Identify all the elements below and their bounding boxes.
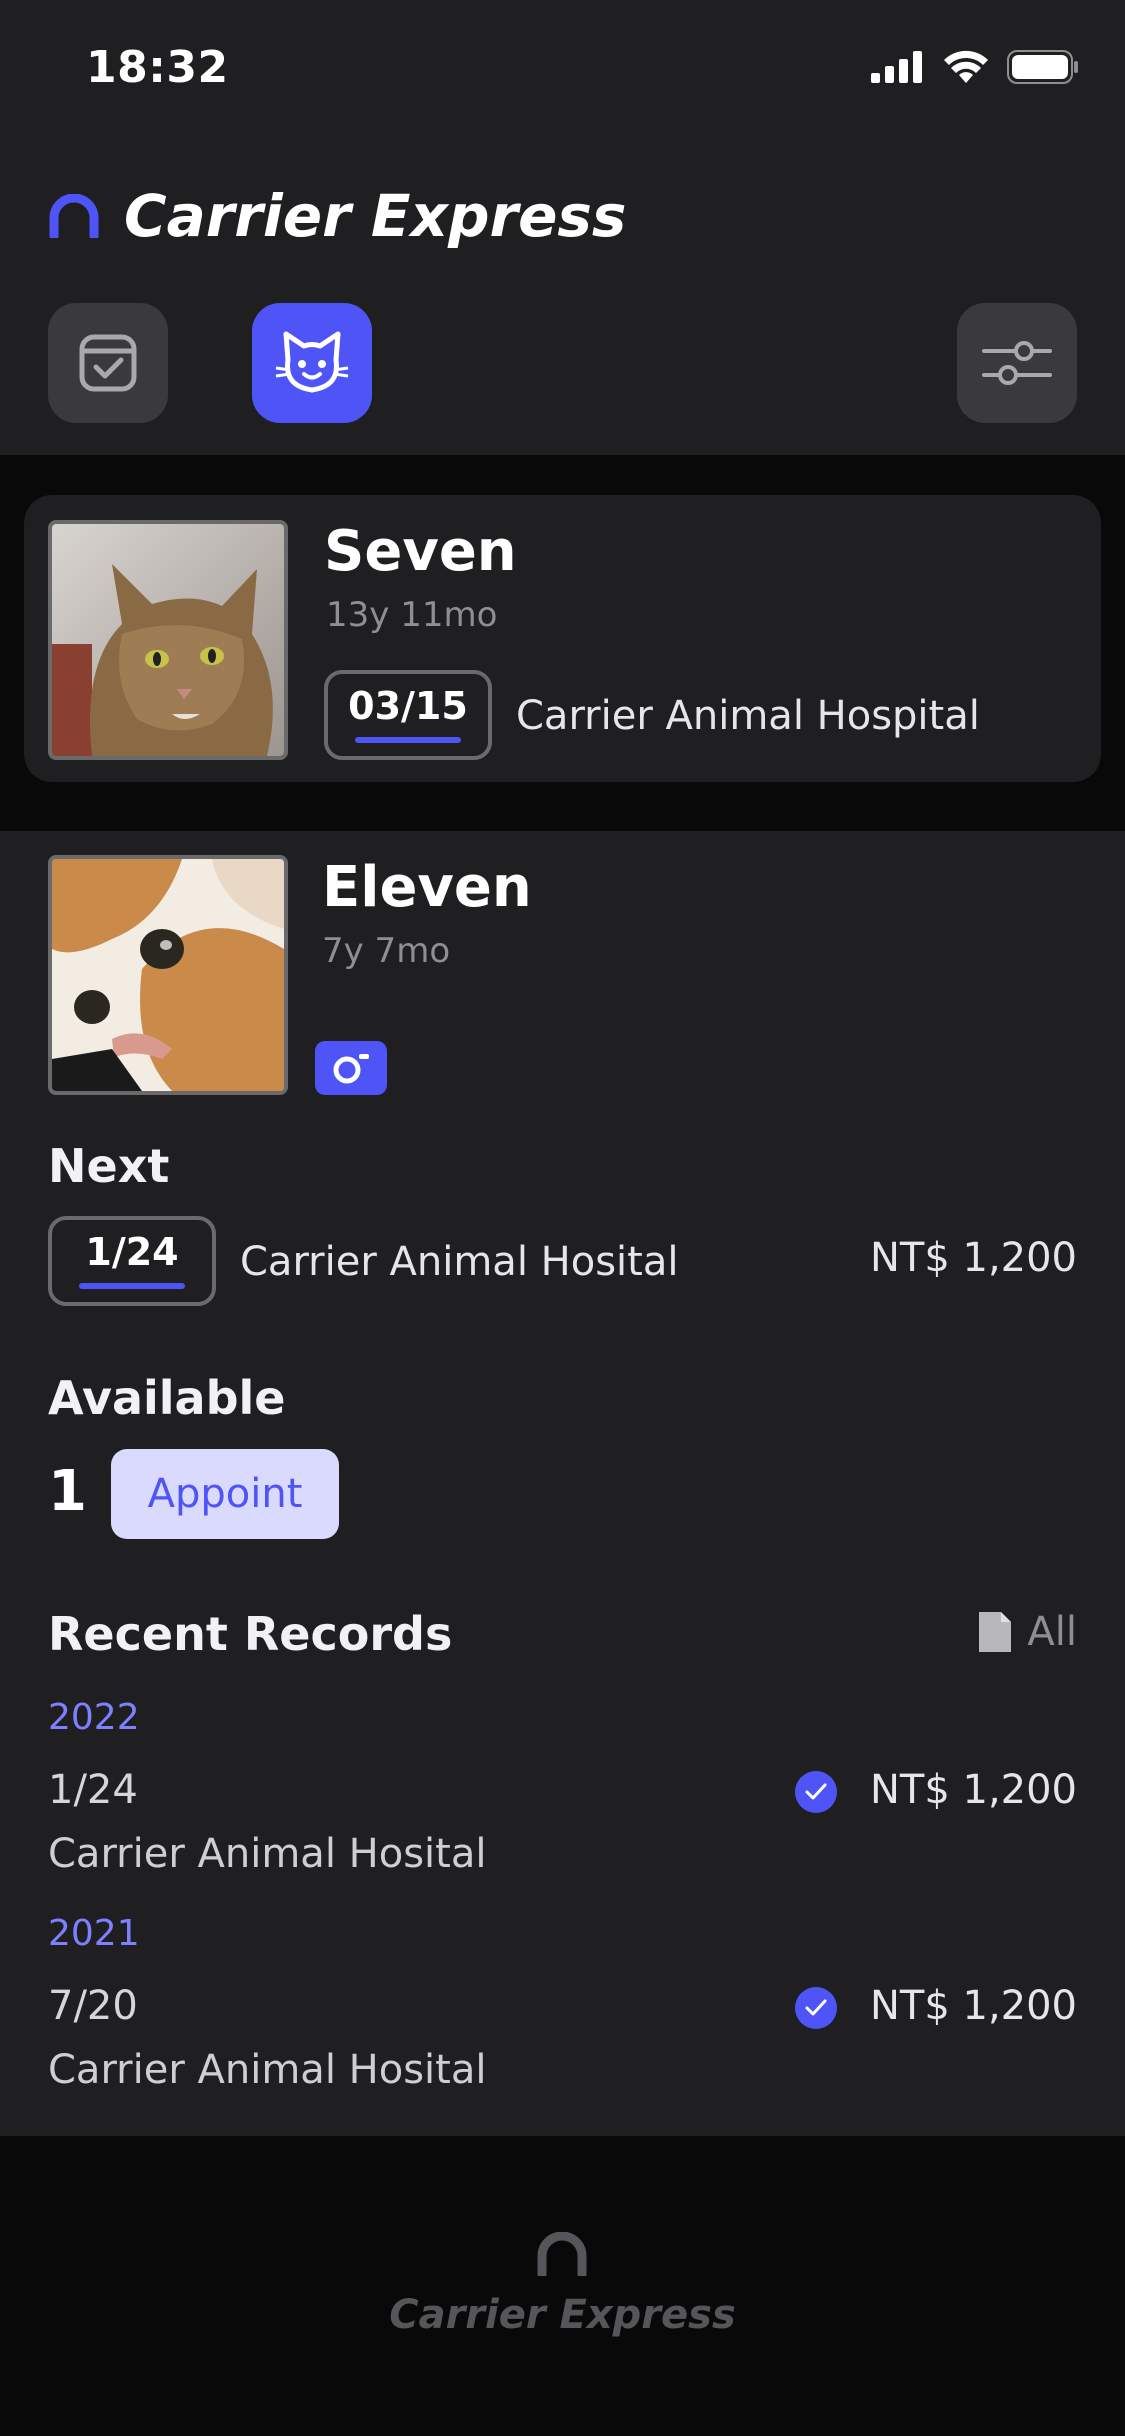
- status-time: 18:32: [86, 42, 229, 93]
- check-circle-icon: [795, 1771, 837, 1813]
- camera-icon: [333, 1054, 369, 1084]
- signal-icon: [871, 51, 922, 83]
- record-price: NT$ 1,200: [869, 1767, 1077, 1813]
- app-header: 18:32 Carrier Express: [0, 0, 1125, 455]
- record-place: Carrier Animal Hosital: [48, 2047, 487, 2093]
- pet-age: 7y 7mo: [322, 931, 451, 971]
- change-photo-button[interactable]: [315, 1041, 387, 1095]
- status-icons: [871, 50, 1079, 84]
- all-records-label: All: [1027, 1609, 1077, 1655]
- app-footer: [0, 2136, 1125, 2436]
- pets-tab-button[interactable]: [252, 303, 372, 423]
- recent-records-title: Recent Records: [48, 1607, 453, 1661]
- next-date-chip[interactable]: 03/15: [324, 670, 492, 760]
- next-date: 1/24: [85, 1230, 179, 1274]
- brand: Carrier Express: [48, 182, 626, 250]
- pet-photo: [48, 520, 288, 760]
- pet-name: Eleven: [322, 855, 532, 920]
- check-circle-icon: [795, 1987, 837, 2029]
- settings-filter-button[interactable]: [957, 303, 1077, 423]
- pet-card-seven[interactable]: Seven 13y 11mo 03/15 Carrier Animal Hosp…: [24, 495, 1101, 782]
- sliders-icon: [982, 341, 1052, 385]
- cat-icon: [275, 331, 349, 393]
- available-title: Available: [48, 1371, 286, 1425]
- logo-arch-icon: [537, 2232, 587, 2276]
- footer-title: Carrier Express: [389, 2292, 736, 2338]
- app-title: Carrier Express: [124, 182, 627, 250]
- pet-name: Seven: [324, 519, 517, 584]
- date-underline: [355, 737, 461, 743]
- calendar-check-icon: [79, 334, 137, 392]
- next-date: 03/15: [348, 684, 468, 728]
- wifi-icon: [944, 50, 988, 83]
- pet-card-eleven: Eleven 7y 7mo Next 1/24 Carrier Animal H…: [0, 831, 1125, 2136]
- hospital-name: Carrier Animal Hospital: [516, 693, 980, 739]
- next-title: Next: [48, 1139, 170, 1193]
- record-place: Carrier Animal Hosital: [48, 1831, 487, 1877]
- available-count: 1: [48, 1459, 87, 1524]
- pet-age: 13y 11mo: [326, 595, 498, 635]
- battery-icon: [1007, 50, 1078, 84]
- record-year: 2021: [48, 1913, 140, 1954]
- pet-photo: [48, 855, 288, 1095]
- record-date: 1/24: [48, 1767, 138, 1813]
- all-records-link[interactable]: All: [977, 1609, 1077, 1655]
- next-date-chip[interactable]: 1/24: [48, 1216, 216, 1306]
- logo-arch-icon: [49, 194, 99, 238]
- record-date: 7/20: [48, 1983, 138, 2029]
- record-price: NT$ 1,200: [869, 1983, 1077, 2029]
- next-place: Carrier Animal Hosital: [240, 1239, 679, 1285]
- date-underline: [79, 1283, 185, 1289]
- document-icon: [979, 1612, 1012, 1652]
- record-year: 2022: [48, 1697, 140, 1738]
- appoint-button[interactable]: Appoint: [111, 1449, 339, 1539]
- next-price: NT$ 1,200: [869, 1235, 1077, 1281]
- appointments-tab-button[interactable]: [48, 303, 168, 423]
